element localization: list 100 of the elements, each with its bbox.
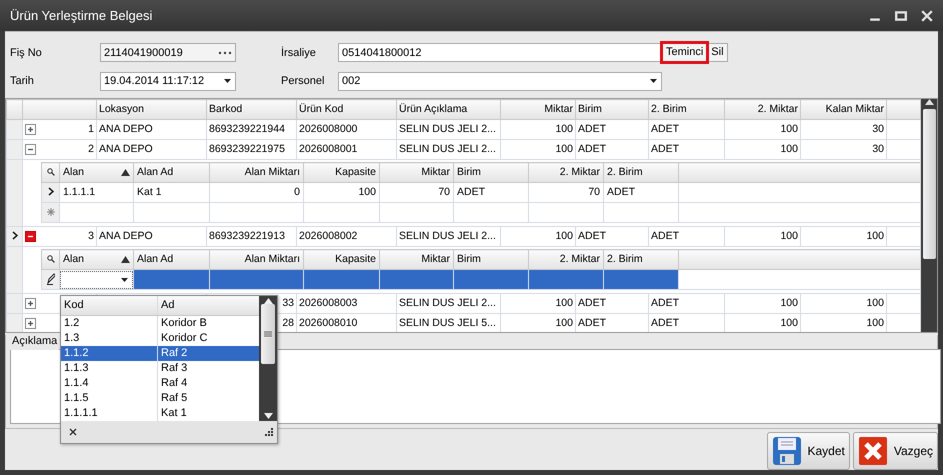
list-item[interactable]: 1.2 Koridor B: [61, 316, 259, 331]
scroll-up-icon[interactable]: [924, 99, 934, 105]
column-header[interactable]: Alan Ad: [134, 250, 210, 270]
scroll-thumb[interactable]: [261, 304, 275, 364]
column-header[interactable]: Ürün Kod: [296, 100, 396, 120]
column-header[interactable]: Alan: [60, 250, 134, 270]
column-header[interactable]: Alan: [60, 162, 134, 182]
table-cell: 2026008000: [299, 122, 358, 135]
search-icon[interactable]: [46, 254, 54, 263]
expand-icon[interactable]: [25, 124, 36, 135]
table-cell: 30: [872, 122, 884, 135]
table-cell: ADET: [607, 186, 636, 198]
table-cell: ADET: [578, 316, 606, 329]
table-cell: SELIN DUS JELI 2...: [399, 122, 496, 135]
field-label: Fiş No: [10, 46, 43, 60]
expand-icon[interactable]: [25, 318, 36, 329]
table-cell: SELIN DUS JELI 5...: [399, 316, 496, 329]
scroll-thumb[interactable]: [922, 109, 936, 259]
table-cell: 100: [555, 230, 573, 242]
cancel-icon: [858, 436, 888, 466]
sort-ascending-icon: [121, 256, 130, 263]
collapse-icon[interactable]: [25, 231, 36, 242]
sort-ascending-icon: [121, 169, 130, 176]
column-header[interactable]: Alan Miktarı: [210, 250, 304, 270]
table-cell: 2026008010: [299, 316, 358, 329]
column-header[interactable]: 2. Miktar: [528, 250, 604, 270]
collapse-icon[interactable]: [25, 144, 36, 155]
column-header[interactable]: Kalan Miktar: [800, 100, 886, 120]
list-item[interactable]: 1.1.5 Raf 5: [61, 391, 259, 406]
column-header[interactable]: Kapasite: [304, 162, 380, 182]
table-cell: 0: [294, 186, 300, 198]
expand-icon[interactable]: [25, 298, 36, 309]
combo-box[interactable]: 19.04.2014 11:17:12: [100, 72, 236, 91]
column-header[interactable]: Barkod: [206, 100, 296, 120]
scroll-down-icon[interactable]: [264, 413, 272, 419]
column-header[interactable]: Alan Ad: [134, 162, 210, 182]
column-header[interactable]: Alan Miktarı: [210, 162, 304, 182]
table-cell: ADET: [651, 316, 680, 329]
column-header[interactable]: 2. Birim: [648, 100, 724, 120]
search-icon[interactable]: [46, 168, 54, 176]
column-header[interactable]: 2. Miktar: [528, 162, 604, 182]
table-cell: 100: [780, 142, 798, 155]
window-title: Ürün Yerleştirme Belgesi: [10, 6, 154, 25]
column-header[interactable]: 2. Birim: [604, 250, 678, 270]
table-cell: 30: [872, 142, 884, 155]
action-button[interactable]: Sil: [707, 43, 728, 62]
column-header[interactable]: Birim: [454, 162, 528, 182]
row-number: 2: [88, 142, 94, 157]
table-cell: SELIN DUS JELI 2...: [399, 296, 496, 309]
table-cell: 2026008001: [299, 142, 358, 155]
table-cell: ADET: [651, 142, 680, 155]
table-cell: ADET: [578, 142, 606, 155]
table-cell: ADET: [651, 122, 680, 135]
table-cell: 100: [780, 316, 798, 329]
table-cell: 100: [358, 186, 376, 198]
table-cell: ADET: [651, 296, 680, 309]
column-header[interactable]: 2. Birim: [604, 162, 678, 182]
column-header[interactable]: Ürün Açıklama: [396, 100, 500, 120]
group-label: Açıklama: [10, 333, 60, 350]
column-header[interactable]: 2. Miktar: [724, 100, 800, 120]
table-cell: 100: [780, 122, 798, 135]
column-header[interactable]: Kod: [61, 296, 158, 315]
table-cell: 28: [282, 316, 294, 329]
table-cell: 8693239221944: [209, 122, 285, 135]
action-button[interactable]: Vazgeç: [852, 432, 938, 470]
column-header[interactable]: Ad: [158, 296, 259, 315]
action-button[interactable]: Kaydet: [766, 432, 850, 470]
maximize-icon[interactable]: [895, 10, 907, 22]
table-cell: 70: [588, 186, 600, 198]
lookup-field[interactable]: 2114041900019: [100, 43, 236, 62]
text-field[interactable]: 0514041800012: [338, 43, 662, 62]
column-header[interactable]: Birim: [576, 100, 648, 120]
list-item[interactable]: 1.1.2 Raf 2: [61, 346, 259, 361]
table-cell: ANA DEPO: [99, 230, 153, 242]
column-header[interactable]: Miktar: [380, 250, 454, 270]
table-cell: 8693239221913: [209, 230, 285, 242]
list-item[interactable]: 1.1.3 Raf 3: [61, 361, 259, 376]
column-header[interactable]: Birim: [454, 250, 528, 270]
column-header[interactable]: Kapasite: [304, 250, 380, 270]
table-cell: 33: [282, 296, 294, 309]
action-button[interactable]: Teminci: [662, 43, 708, 62]
table-cell: 8693239221975: [209, 142, 285, 155]
table-cell: 2026008002: [299, 230, 358, 242]
table-cell: ANA DEPO: [99, 122, 153, 135]
table-cell: ADET: [578, 122, 606, 135]
table-cell: 100: [866, 316, 884, 329]
close-icon[interactable]: [69, 428, 77, 436]
table-cell: 100: [555, 142, 573, 155]
table-cell: 100: [780, 230, 798, 242]
combo-box[interactable]: [60, 270, 132, 288]
field-label: Personel: [281, 74, 326, 89]
column-header[interactable]: Lokasyon: [96, 100, 206, 120]
column-header[interactable]: Miktar: [500, 100, 576, 120]
resize-grip-icon[interactable]: [265, 428, 273, 436]
table-cell: ADET: [651, 230, 680, 242]
list-item[interactable]: 1.1.4 Raf 4: [61, 376, 259, 391]
combo-box[interactable]: 002: [338, 72, 662, 91]
row-pointer-icon: [48, 187, 54, 196]
row-number: 1: [88, 122, 94, 137]
column-header[interactable]: Miktar: [380, 162, 454, 182]
